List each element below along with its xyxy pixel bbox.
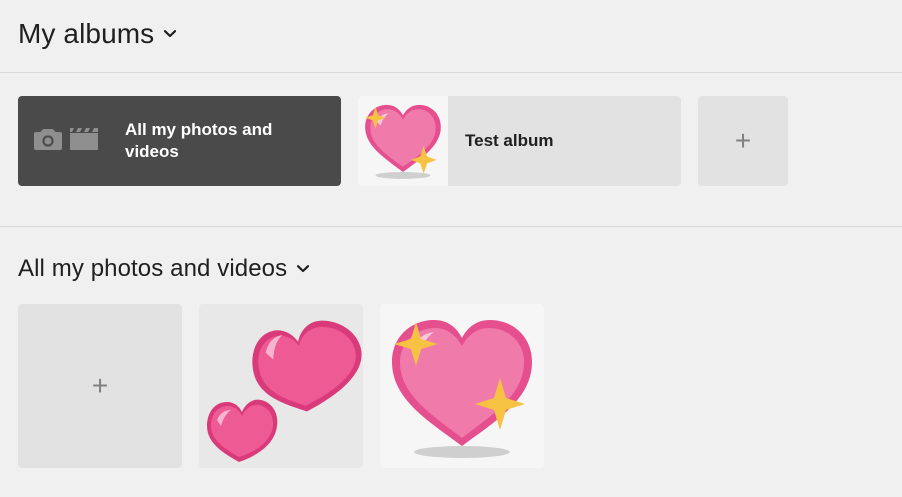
- sparkling-heart-icon: [380, 304, 544, 468]
- album-test-label: Test album: [465, 131, 554, 150]
- header-divider: [0, 72, 902, 73]
- album-card-test[interactable]: Test album: [358, 96, 681, 186]
- photo-tile[interactable]: [380, 304, 544, 468]
- photos-section-title[interactable]: All my photos and videos: [18, 255, 310, 283]
- chevron-down-icon: [164, 28, 177, 40]
- albums-title-text: My albums: [18, 18, 155, 49]
- add-album-button[interactable]: +: [698, 96, 788, 186]
- albums-section-title[interactable]: My albums: [18, 18, 177, 50]
- chevron-down-icon: [297, 263, 310, 275]
- plus-icon: +: [734, 125, 752, 156]
- album-all-icons: [18, 96, 114, 186]
- add-photo-button[interactable]: +: [18, 304, 182, 468]
- album-card-all-photos[interactable]: All my photos and videos: [18, 96, 341, 186]
- albums-page: My albums All my photos and videos Test …: [0, 0, 902, 497]
- two-hearts-icon: [199, 304, 363, 468]
- album-test-thumbnail: [358, 96, 448, 186]
- plus-icon: +: [91, 370, 109, 401]
- photo-tile[interactable]: [199, 304, 363, 468]
- sparkling-heart-icon: [360, 98, 446, 184]
- section-divider: [0, 226, 902, 227]
- film-clapper-icon: [69, 127, 99, 156]
- album-all-label: All my photos and videos: [125, 120, 273, 161]
- camera-icon: [33, 127, 63, 156]
- photos-title-text: All my photos and videos: [18, 255, 288, 282]
